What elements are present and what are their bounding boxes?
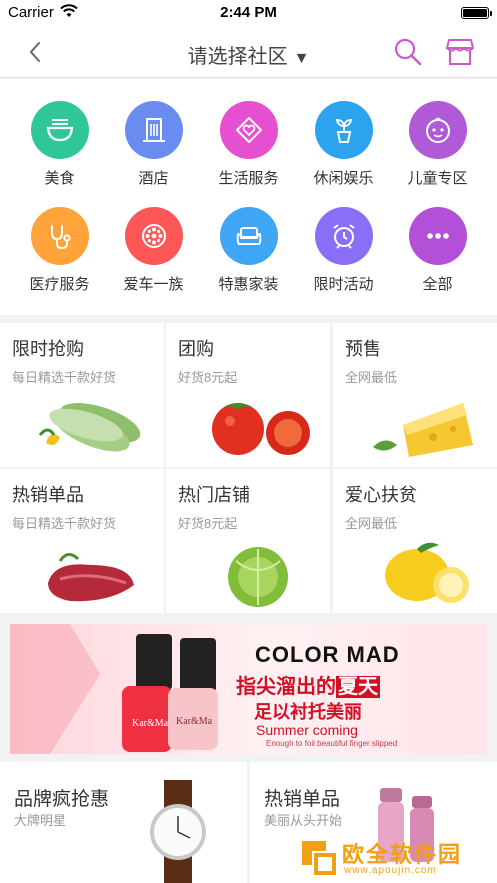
plant-icon — [314, 101, 373, 159]
promo-subtitle: 全网最低 — [345, 516, 398, 531]
category-life-service[interactable]: 生活服务 — [201, 101, 296, 201]
bottle-label: Kar&Ma — [176, 716, 213, 727]
promo-subtitle: 全网最低 — [345, 370, 398, 385]
battery-icon — [461, 7, 492, 19]
category-medical[interactable]: 医疗服务 — [12, 207, 107, 307]
promo-subtitle: 好货8元起 — [178, 370, 238, 385]
clock: 2:44 PM — [220, 4, 277, 21]
card-title: 热销单品 — [264, 789, 341, 810]
category-label: 酒店 — [138, 170, 169, 187]
promo-banner[interactable]: Kar&Ma Kar&Ma COLOR MAD 指尖溜出的 夏天 足以衬托美丽 S… — [10, 624, 487, 754]
category-hotel[interactable]: 酒店 — [106, 101, 201, 201]
promo-card-group-buy[interactable]: 团购 好货8元起 — [166, 323, 330, 467]
cabbage-image — [228, 547, 288, 607]
nav-bar: 请选择社区 ▼ — [0, 26, 497, 78]
promo-subtitle: 好货8元起 — [178, 516, 238, 531]
category-all[interactable]: 全部 — [390, 207, 485, 307]
category-car[interactable]: 爱车一族 — [106, 207, 201, 307]
sofa-icon — [219, 207, 278, 265]
promo-subtitle: 每日精选千款好货 — [12, 370, 117, 385]
promo-grid: 限时抢购 每日精选千款好货 团购 好货8元起 预售 全网最低 热销单品 每日精选… — [0, 323, 497, 615]
category-label: 特惠家装 — [218, 276, 279, 293]
nail-polish-image — [10, 624, 218, 754]
category-label: 美食 — [44, 170, 75, 187]
category-label: 儿童专区 — [407, 170, 468, 187]
caret-down-icon: ▼ — [293, 50, 310, 67]
bottle-label: Kar&Ma — [132, 718, 169, 729]
beef-image — [48, 553, 134, 602]
building-icon — [124, 101, 183, 159]
promo-subtitle: 每日精选千款好货 — [12, 516, 117, 531]
promo-card-charity[interactable]: 爱心扶贫 全网最低 — [333, 469, 497, 613]
lemon-image — [385, 542, 469, 603]
watch-image — [150, 780, 206, 883]
promo-card-flash-sale[interactable]: 限时抢购 每日精选千款好货 — [0, 323, 164, 467]
category-grid: 美食 酒店 生活服务 休闲娱乐 儿童专区 医疗服务 爱车一族 特惠家装 限时活动… — [0, 79, 497, 315]
card-brand-deals[interactable]: 品牌疯抢惠 大牌明星 — [0, 762, 247, 883]
search-icon[interactable] — [392, 36, 424, 68]
watermark: 欧全软件园 www.apoujin.com — [298, 835, 493, 881]
category-label: 生活服务 — [218, 170, 279, 187]
cheese-image — [373, 403, 473, 457]
promo-title: 限时抢购 — [12, 339, 84, 359]
store-icon[interactable] — [444, 36, 476, 68]
banner-headline: 指尖溜出的 夏天 — [236, 676, 380, 698]
category-label: 休闲娱乐 — [313, 170, 374, 187]
category-label: 全部 — [422, 276, 453, 293]
noodle-bowl-icon — [30, 101, 89, 159]
watermark-url: www.apoujin.com — [344, 865, 437, 876]
baby-face-icon — [408, 101, 467, 159]
tomato-image — [212, 403, 310, 455]
category-leisure[interactable]: 休闲娱乐 — [296, 101, 391, 201]
category-kids[interactable]: 儿童专区 — [390, 101, 485, 201]
card-title: 品牌疯抢惠 — [14, 789, 110, 810]
promo-card-presale[interactable]: 预售 全网最低 — [333, 323, 497, 467]
category-label: 爱车一族 — [123, 276, 184, 293]
promo-title: 热销单品 — [12, 485, 84, 505]
promo-title: 热门店铺 — [178, 485, 250, 505]
promo-card-hot-store[interactable]: 热门店铺 好货8元起 — [166, 469, 330, 613]
promo-title: 爱心扶贫 — [345, 485, 417, 505]
card-subtitle: 大牌明星 — [14, 813, 67, 828]
wheel-icon — [124, 207, 183, 265]
promo-card-hot-item[interactable]: 热销单品 每日精选千款好货 — [0, 469, 164, 613]
alarm-clock-icon — [314, 207, 373, 265]
banner-brand: COLOR MAD — [255, 642, 400, 667]
banner-english-title: Summer coming — [256, 722, 358, 738]
category-label: 限时活动 — [313, 276, 374, 293]
banner-subheadline: 足以衬托美丽 — [254, 702, 362, 722]
banner-english-subtitle: Enough to foil beautiful finger slipped — [266, 739, 398, 748]
card-subtitle: 美丽从头开始 — [264, 813, 343, 828]
heart-tag-icon — [219, 101, 278, 159]
page-title: 请选择社区 — [187, 46, 288, 68]
category-home-decor[interactable]: 特惠家装 — [201, 207, 296, 307]
more-dots-icon — [408, 207, 467, 265]
watermark-logo-icon — [302, 841, 336, 875]
zucchini-image — [38, 402, 141, 452]
category-food[interactable]: 美食 — [12, 101, 107, 201]
stethoscope-icon — [30, 207, 89, 265]
category-flash-event[interactable]: 限时活动 — [296, 207, 391, 307]
promo-title: 预售 — [345, 339, 381, 359]
promo-title: 团购 — [178, 339, 214, 359]
status-bar: Carrier 2:44 PM — [0, 0, 497, 26]
category-label: 医疗服务 — [29, 276, 90, 293]
